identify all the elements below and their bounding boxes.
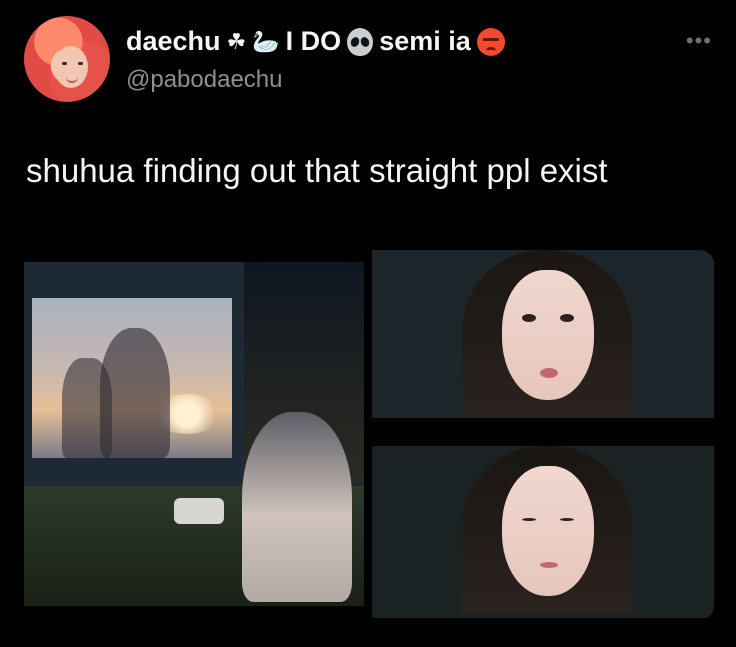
lips — [540, 368, 558, 378]
eye-right — [560, 314, 574, 322]
alien-icon — [347, 27, 374, 56]
swan-icon: 🦢 — [252, 28, 280, 54]
lips — [540, 562, 558, 568]
couple-silhouette-right — [100, 328, 170, 458]
name-text-i-do: I DO — [285, 26, 342, 56]
angry-face-icon — [476, 27, 505, 56]
user-handle[interactable]: @pabodaechu — [126, 66, 283, 94]
viewer-person — [242, 412, 352, 602]
avatar[interactable] — [24, 16, 110, 102]
girl-figure — [462, 446, 632, 614]
display-name-row[interactable]: daechu ☘ 🦢 I DO semi ia — [126, 26, 505, 57]
clover-icon: ☘ — [226, 28, 247, 54]
girl-face — [502, 270, 594, 400]
shocked-face-image[interactable] — [372, 250, 714, 418]
eye-left — [522, 314, 536, 322]
eye-right — [560, 518, 574, 521]
avatar-eye-right — [78, 62, 83, 65]
outdoor-movie-image[interactable] — [24, 262, 364, 606]
display-name[interactable]: daechu — [126, 26, 221, 57]
more-options-icon[interactable]: ••• — [686, 28, 712, 54]
projector — [174, 498, 224, 524]
eye-left — [522, 518, 536, 521]
girl-figure — [462, 250, 632, 418]
media-grid — [24, 250, 714, 620]
crying-face-image[interactable] — [372, 446, 714, 618]
name-text-semi-ia: semi ia — [379, 26, 471, 56]
tweet-text: shuhua finding out that straight ppl exi… — [26, 152, 608, 189]
avatar-eye-left — [62, 62, 67, 65]
projector-screen — [32, 298, 232, 458]
girl-face — [502, 466, 594, 596]
